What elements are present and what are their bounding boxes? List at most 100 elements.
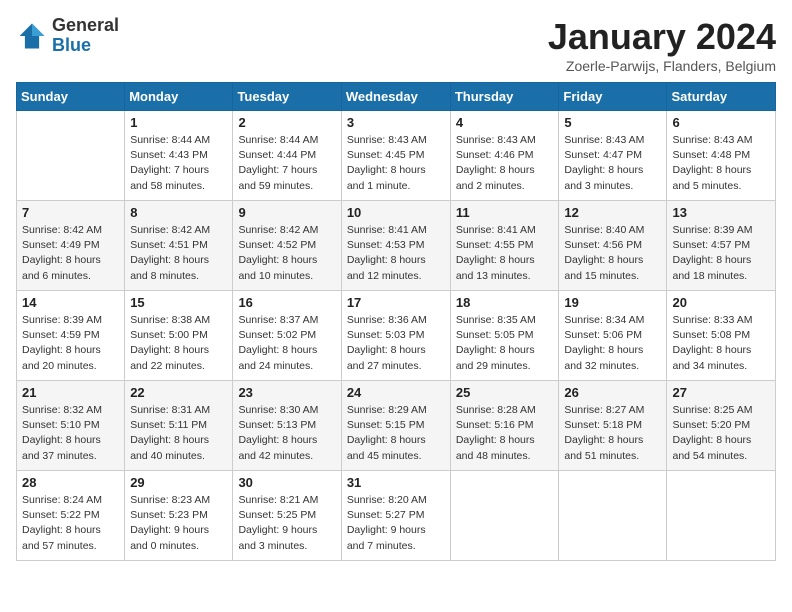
calendar-cell: 21Sunrise: 8:32 AM Sunset: 5:10 PM Dayli… — [17, 381, 125, 471]
day-number: 1 — [130, 115, 227, 130]
day-info: Sunrise: 8:29 AM Sunset: 5:15 PM Dayligh… — [347, 403, 445, 464]
weekday-header-friday: Friday — [559, 83, 667, 111]
day-info: Sunrise: 8:43 AM Sunset: 4:47 PM Dayligh… — [564, 133, 661, 194]
weekday-header-saturday: Saturday — [667, 83, 776, 111]
calendar-week-5: 28Sunrise: 8:24 AM Sunset: 5:22 PM Dayli… — [17, 471, 776, 561]
day-number: 2 — [238, 115, 335, 130]
day-number: 7 — [22, 205, 119, 220]
calendar-cell: 11 Sunrise: 8:41 AM Sunset: 4:55 PM Dayli… — [450, 201, 559, 291]
weekday-header-row: SundayMondayTuesdayWednesdayThursdayFrid… — [17, 83, 776, 111]
day-number: 26 — [564, 385, 661, 400]
day-number: 12 — [564, 205, 661, 220]
day-number: 27 — [672, 385, 770, 400]
day-info: Sunrise: 8:35 AM Sunset: 5:05 PM Dayligh… — [456, 313, 554, 374]
month-title: January 2024 — [548, 16, 776, 58]
calendar-table: SundayMondayTuesdayWednesdayThursdayFrid… — [16, 82, 776, 561]
calendar-cell: 31 Sunrise: 8:20 AM Sunset: 5:27 PM Dayli… — [341, 471, 450, 561]
day-number: 4 — [456, 115, 554, 130]
weekday-header-monday: Monday — [125, 83, 233, 111]
calendar-body: 1 Sunrise: 8:44 AM Sunset: 4:43 PM Daylig… — [17, 111, 776, 561]
weekday-header-tuesday: Tuesday — [233, 83, 341, 111]
logo-blue-text: Blue — [52, 36, 119, 56]
calendar-cell: 27 Sunrise: 8:25 AM Sunset: 5:20 PM Dayli… — [667, 381, 776, 471]
day-number: 15 — [130, 295, 227, 310]
day-number: 13 — [672, 205, 770, 220]
day-number: 29 — [130, 475, 227, 490]
calendar-cell: 30 Sunrise: 8:21 AM Sunset: 5:25 PM Dayli… — [233, 471, 341, 561]
day-number: 3 — [347, 115, 445, 130]
day-info: Sunrise: 8:33 AM Sunset: 5:08 PM Dayligh… — [672, 313, 770, 374]
day-number: 18 — [456, 295, 554, 310]
day-info: Sunrise: 8:43 AM Sunset: 4:45 PM Dayligh… — [347, 133, 445, 194]
calendar-cell — [559, 471, 667, 561]
calendar-cell — [450, 471, 559, 561]
calendar-cell: 29Sunrise: 8:23 AM Sunset: 5:23 PM Dayli… — [125, 471, 233, 561]
location: Zoerle-Parwijs, Flanders, Belgium — [548, 58, 776, 74]
logo: General Blue — [16, 16, 119, 56]
weekday-header-thursday: Thursday — [450, 83, 559, 111]
logo-icon — [16, 20, 48, 52]
day-info: Sunrise: 8:39 AM Sunset: 4:59 PM Dayligh… — [22, 313, 119, 374]
day-info: Sunrise: 8:42 AM Sunset: 4:52 PM Dayligh… — [238, 223, 335, 284]
day-info: Sunrise: 8:24 AM Sunset: 5:22 PM Dayligh… — [22, 493, 119, 554]
calendar-cell: 26 Sunrise: 8:27 AM Sunset: 5:18 PM Dayli… — [559, 381, 667, 471]
day-info: Sunrise: 8:36 AM Sunset: 5:03 PM Dayligh… — [347, 313, 445, 374]
calendar-cell: 19 Sunrise: 8:34 AM Sunset: 5:06 PM Dayli… — [559, 291, 667, 381]
day-info: Sunrise: 8:41 AM Sunset: 4:55 PM Dayligh… — [456, 223, 554, 284]
calendar-cell: 10 Sunrise: 8:41 AM Sunset: 4:53 PM Dayli… — [341, 201, 450, 291]
day-number: 20 — [672, 295, 770, 310]
day-number: 30 — [238, 475, 335, 490]
weekday-header-sunday: Sunday — [17, 83, 125, 111]
day-number: 6 — [672, 115, 770, 130]
calendar-cell: 9Sunrise: 8:42 AM Sunset: 4:52 PM Daylig… — [233, 201, 341, 291]
day-info: Sunrise: 8:34 AM Sunset: 5:06 PM Dayligh… — [564, 313, 661, 374]
logo-text: General Blue — [52, 16, 119, 56]
calendar-week-3: 14 Sunrise: 8:39 AM Sunset: 4:59 PM Dayli… — [17, 291, 776, 381]
day-number: 8 — [130, 205, 227, 220]
calendar-cell: 24Sunrise: 8:29 AM Sunset: 5:15 PM Dayli… — [341, 381, 450, 471]
day-number: 21 — [22, 385, 119, 400]
day-info: Sunrise: 8:25 AM Sunset: 5:20 PM Dayligh… — [672, 403, 770, 464]
day-number: 5 — [564, 115, 661, 130]
day-number: 23 — [238, 385, 335, 400]
calendar-cell: 6Sunrise: 8:43 AM Sunset: 4:48 PM Daylig… — [667, 111, 776, 201]
day-info: Sunrise: 8:39 AM Sunset: 4:57 PM Dayligh… — [672, 223, 770, 284]
calendar-week-1: 1 Sunrise: 8:44 AM Sunset: 4:43 PM Daylig… — [17, 111, 776, 201]
calendar-cell: 25 Sunrise: 8:28 AM Sunset: 5:16 PM Dayli… — [450, 381, 559, 471]
calendar-cell: 22Sunrise: 8:31 AM Sunset: 5:11 PM Dayli… — [125, 381, 233, 471]
logo-general-text: General — [52, 16, 119, 36]
calendar-cell: 13 Sunrise: 8:39 AM Sunset: 4:57 PM Dayli… — [667, 201, 776, 291]
calendar-cell: 7 Sunrise: 8:42 AM Sunset: 4:49 PM Daylig… — [17, 201, 125, 291]
calendar-cell: 1 Sunrise: 8:44 AM Sunset: 4:43 PM Daylig… — [125, 111, 233, 201]
calendar-cell: 3 Sunrise: 8:43 AM Sunset: 4:45 PM Daylig… — [341, 111, 450, 201]
calendar-cell: 8 Sunrise: 8:42 AM Sunset: 4:51 PM Daylig… — [125, 201, 233, 291]
day-info: Sunrise: 8:21 AM Sunset: 5:25 PM Dayligh… — [238, 493, 335, 554]
day-info: Sunrise: 8:28 AM Sunset: 5:16 PM Dayligh… — [456, 403, 554, 464]
calendar-cell: 12 Sunrise: 8:40 AM Sunset: 4:56 PM Dayli… — [559, 201, 667, 291]
calendar-cell — [667, 471, 776, 561]
day-info: Sunrise: 8:43 AM Sunset: 4:46 PM Dayligh… — [456, 133, 554, 194]
day-number: 11 — [456, 205, 554, 220]
day-info: Sunrise: 8:40 AM Sunset: 4:56 PM Dayligh… — [564, 223, 661, 284]
calendar-header: SundayMondayTuesdayWednesdayThursdayFrid… — [17, 83, 776, 111]
day-number: 25 — [456, 385, 554, 400]
calendar-cell: 5 Sunrise: 8:43 AM Sunset: 4:47 PM Daylig… — [559, 111, 667, 201]
day-info: Sunrise: 8:44 AM Sunset: 4:43 PM Dayligh… — [130, 133, 227, 194]
day-info: Sunrise: 8:42 AM Sunset: 4:51 PM Dayligh… — [130, 223, 227, 284]
calendar-cell: 20 Sunrise: 8:33 AM Sunset: 5:08 PM Dayli… — [667, 291, 776, 381]
calendar-cell — [17, 111, 125, 201]
day-number: 19 — [564, 295, 661, 310]
day-info: Sunrise: 8:44 AM Sunset: 4:44 PM Dayligh… — [238, 133, 335, 194]
day-info: Sunrise: 8:41 AM Sunset: 4:53 PM Dayligh… — [347, 223, 445, 284]
weekday-header-wednesday: Wednesday — [341, 83, 450, 111]
day-info: Sunrise: 8:20 AM Sunset: 5:27 PM Dayligh… — [347, 493, 445, 554]
day-info: Sunrise: 8:27 AM Sunset: 5:18 PM Dayligh… — [564, 403, 661, 464]
calendar-cell: 23Sunrise: 8:30 AM Sunset: 5:13 PM Dayli… — [233, 381, 341, 471]
calendar-cell: 18 Sunrise: 8:35 AM Sunset: 5:05 PM Dayli… — [450, 291, 559, 381]
calendar-cell: 4 Sunrise: 8:43 AM Sunset: 4:46 PM Daylig… — [450, 111, 559, 201]
day-number: 14 — [22, 295, 119, 310]
day-info: Sunrise: 8:42 AM Sunset: 4:49 PM Dayligh… — [22, 223, 119, 284]
day-number: 31 — [347, 475, 445, 490]
calendar-cell: 14 Sunrise: 8:39 AM Sunset: 4:59 PM Dayli… — [17, 291, 125, 381]
day-number: 10 — [347, 205, 445, 220]
